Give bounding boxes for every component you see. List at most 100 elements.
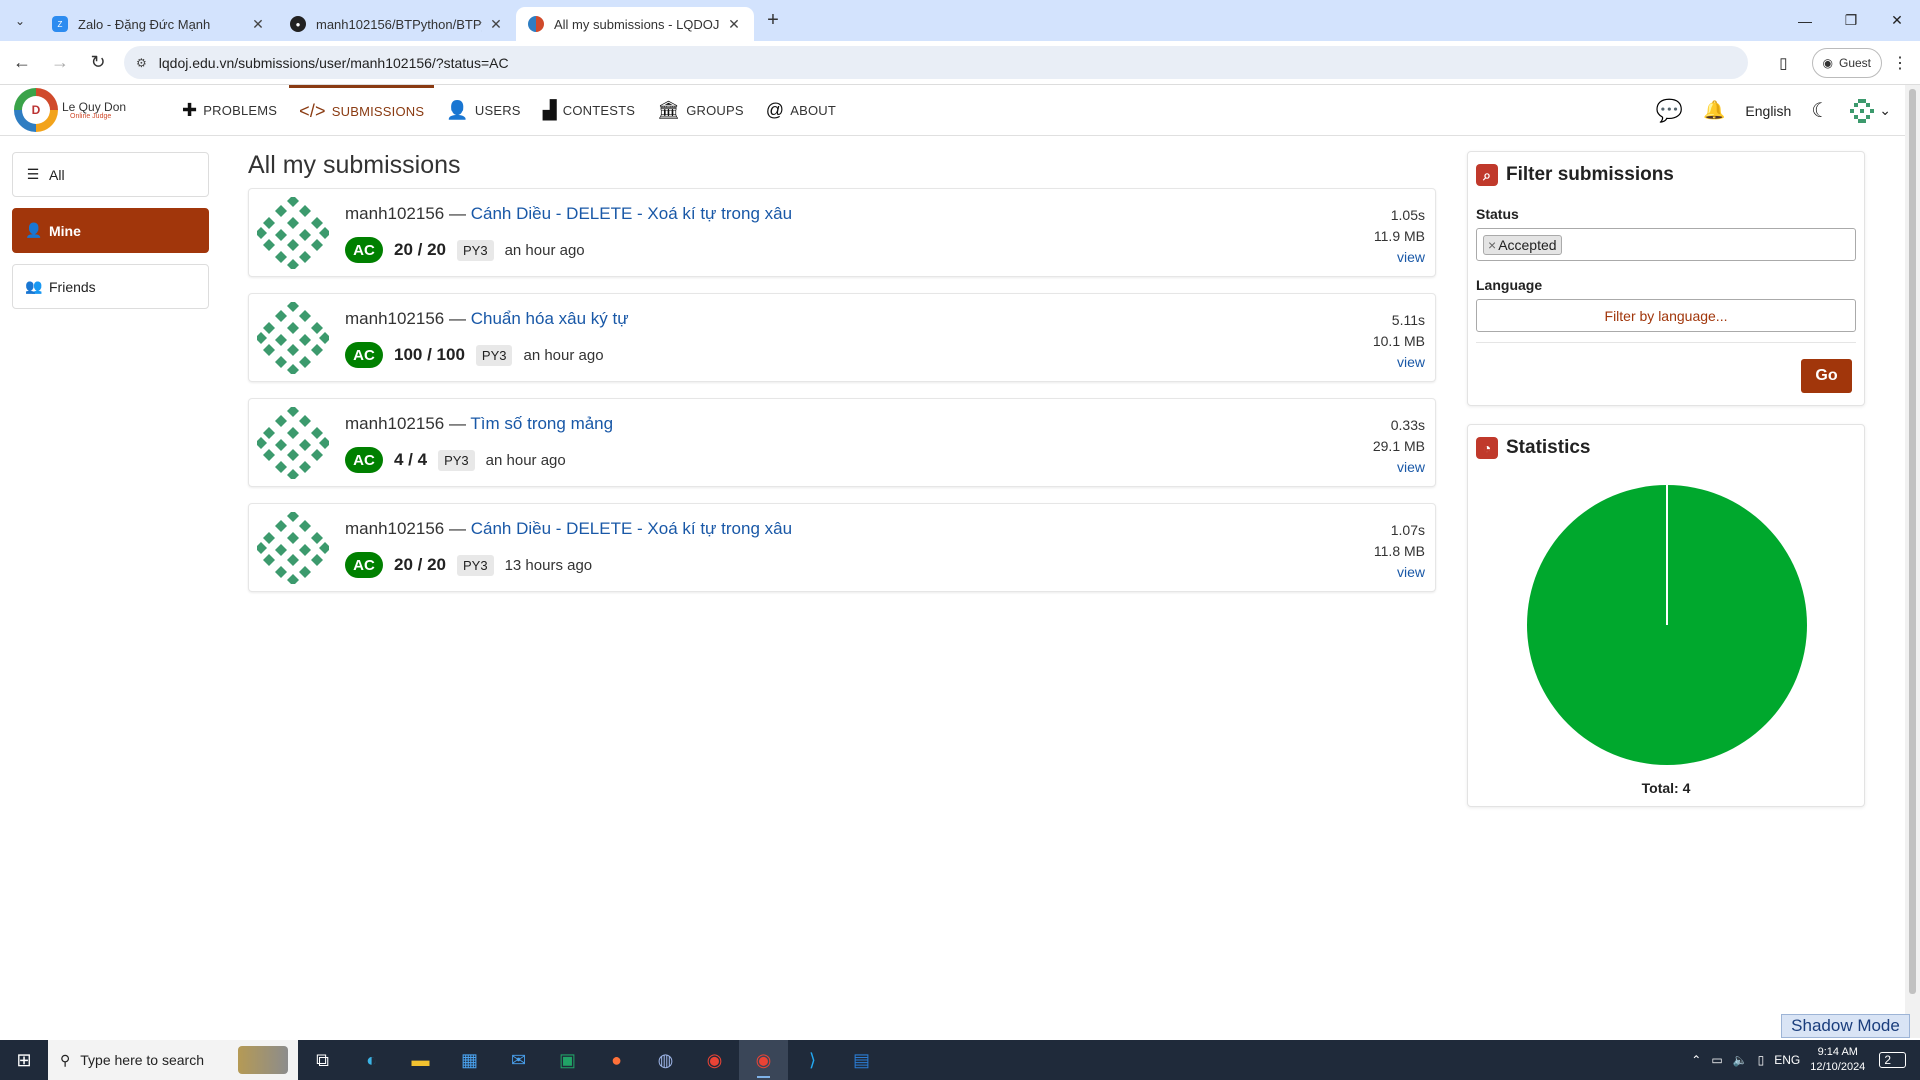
vscode-icon[interactable]: ⟩ [788,1040,837,1080]
tab-search-button[interactable]: ⌄ [0,0,40,41]
sidebar-item-all[interactable]: ☰ All [12,152,209,197]
submission-user[interactable]: manh102156 [345,519,444,538]
menu-kebab-icon[interactable]: ⋮ [1892,53,1908,73]
status-badge: AC [345,552,383,578]
submission-user[interactable]: manh102156 [345,309,444,328]
user-avatar[interactable] [257,407,329,479]
battery-icon[interactable]: ▯ [1758,1053,1765,1067]
edge-icon[interactable]: ◐ [347,1040,396,1080]
sidebar-item-friends[interactable]: 👥 Friends [12,264,209,309]
navbar-right: 💬 🔔 English ☾ ⌄ [1636,85,1891,136]
close-icon[interactable]: ✕ [726,16,742,33]
view-link[interactable]: view [1374,562,1425,583]
menu-about[interactable]: @ ABOUT [756,85,846,136]
submission-heading: manh102156 — Tìm số trong mảng [345,414,613,434]
submission-user[interactable]: manh102156 [345,414,444,433]
page-title: All my submissions [248,151,461,179]
problem-link[interactable]: Tìm số trong mảng [470,414,613,433]
submission-resources: 5.11s 10.1 MB view [1373,310,1425,373]
browser-tab[interactable]: ● manh102156/BTPython/BTPyth ✕ [278,7,516,41]
chevron-down-icon: ⌄ [1879,102,1891,118]
view-link[interactable]: view [1373,352,1425,373]
windows-start-icon[interactable]: ⊞ [0,1040,48,1080]
menu-users[interactable]: 👤 USERS [436,85,530,136]
file-explorer-icon[interactable]: ▬ [396,1040,445,1080]
sidebar-item-mine[interactable]: 👤 Mine [12,208,209,253]
wechat-icon[interactable]: 💬 [1656,98,1683,124]
excel-icon[interactable]: ▣ [543,1040,592,1080]
menu-groups[interactable]: 🏛 GROUPS [647,85,754,136]
close-icon[interactable]: ✕ [250,16,266,33]
toolbar-right: ▯ ◉ Guest ⋮ [1779,41,1920,85]
menu-contests[interactable]: ▟ CONTESTS [533,85,645,136]
clock-date: 12/10/2024 [1810,1061,1866,1073]
page-scrollbar[interactable] [1905,85,1920,1038]
chrome-active-icon[interactable]: ◉ [739,1040,788,1080]
restore-button[interactable]: ❐ [1828,0,1874,41]
address-bar[interactable]: ⚙ lqdoj.edu.vn/submissions/user/manh1021… [124,46,1748,79]
submission-meta: AC 4 / 4 PY3 an hour ago [345,447,566,473]
network-icon[interactable]: ▭ [1711,1053,1722,1067]
problem-link[interactable]: Chuẩn hóa xâu ký tự [471,309,629,328]
search-icon: ⚲ [60,1051,71,1068]
user-avatar[interactable] [257,197,329,269]
filter-panel-header: ⌕ Filter submissions [1468,152,1864,186]
side-panel-icon[interactable]: ▯ [1779,54,1787,72]
user-avatar[interactable] [257,302,329,374]
user-avatar[interactable] [257,512,329,584]
pie-chart-icon: ◔ [1476,437,1498,459]
task-view-icon[interactable]: ⧉ [298,1040,347,1080]
shadow-mode-button[interactable]: Shadow Mode [1781,1014,1910,1038]
memory-usage: 11.9 MB [1373,228,1425,244]
site-info-icon[interactable]: ⚙ [136,56,147,70]
submission-score: 100 / 100 [394,345,465,364]
app-icon[interactable]: ◍ [641,1040,690,1080]
chip-remove-icon[interactable]: × [1488,237,1496,253]
chevron-up-icon[interactable]: ⌃ [1691,1053,1701,1067]
back-button[interactable]: ← [6,47,38,79]
forward-button[interactable]: → [44,47,76,79]
clock[interactable]: 9:14 AM 12/10/2024 [1810,1045,1865,1075]
chrome-icon[interactable]: ◉ [690,1040,739,1080]
bell-icon[interactable]: 🔔 [1703,100,1725,121]
language-select[interactable]: Filter by language... [1476,299,1856,332]
status-chip[interactable]: × Accepted [1483,234,1562,255]
menu-problems[interactable]: ✚ PROBLEMS [172,85,287,136]
status-select[interactable]: × Accepted [1476,228,1856,261]
new-tab-button[interactable]: + [758,9,788,32]
submission-user[interactable]: manh102156 [345,204,444,223]
browser-tab[interactable]: Z Zalo - Đặng Đức Mạnh ✕ [40,7,278,41]
go-button[interactable]: Go [1801,359,1852,393]
problem-link[interactable]: Cánh Diều - DELETE - Xoá kí tự trong xâu [471,204,792,223]
reload-button[interactable]: ↻ [82,47,114,79]
site-logo[interactable]: D Le Quy Don Online Judge [14,88,156,132]
minimize-button[interactable]: — [1782,0,1828,41]
scrollbar-thumb[interactable] [1909,89,1916,994]
close-icon[interactable]: ✕ [488,16,504,33]
notification-icon[interactable]: 2 [1879,1052,1906,1068]
problem-link[interactable]: Cánh Diều - DELETE - Xoá kí tự trong xâu [471,519,792,538]
user-menu[interactable]: ⌄ [1849,97,1891,124]
word-icon[interactable]: ▤ [837,1040,886,1080]
view-link[interactable]: view [1374,247,1425,268]
language-tag: PY3 [438,449,475,471]
view-link[interactable]: view [1373,457,1425,478]
url-text: lqdoj.edu.vn/submissions/user/manh102156… [158,54,509,71]
store-icon[interactable]: ▦ [445,1040,494,1080]
main-menu: ✚ PROBLEMS </> SUBMISSIONS 👤 USERS ▟ CONTEST… [172,84,848,136]
input-language[interactable]: ENG [1774,1053,1800,1067]
language-label: Language [1476,277,1543,293]
close-window-button[interactable]: ✕ [1874,0,1920,41]
volume-icon[interactable]: 🔈 [1733,1053,1748,1067]
submission-meta: AC 20 / 20 PY3 13 hours ago [345,552,592,578]
status-pie-chart[interactable] [1526,484,1808,766]
separator: — [449,309,466,328]
mail-icon[interactable]: ✉ [494,1040,543,1080]
taskbar-search[interactable]: ⚲ Type here to search [48,1040,298,1080]
profile-button[interactable]: ◉ Guest [1811,48,1882,78]
dark-mode-icon[interactable]: ☾ [1811,98,1829,123]
language-selector[interactable]: English [1745,103,1791,119]
menu-submissions[interactable]: </> SUBMISSIONS [289,84,435,136]
browser-tab-active[interactable]: All my submissions - LQDOJ: Le ✕ [516,7,754,41]
firefox-icon[interactable]: ● [592,1040,641,1080]
